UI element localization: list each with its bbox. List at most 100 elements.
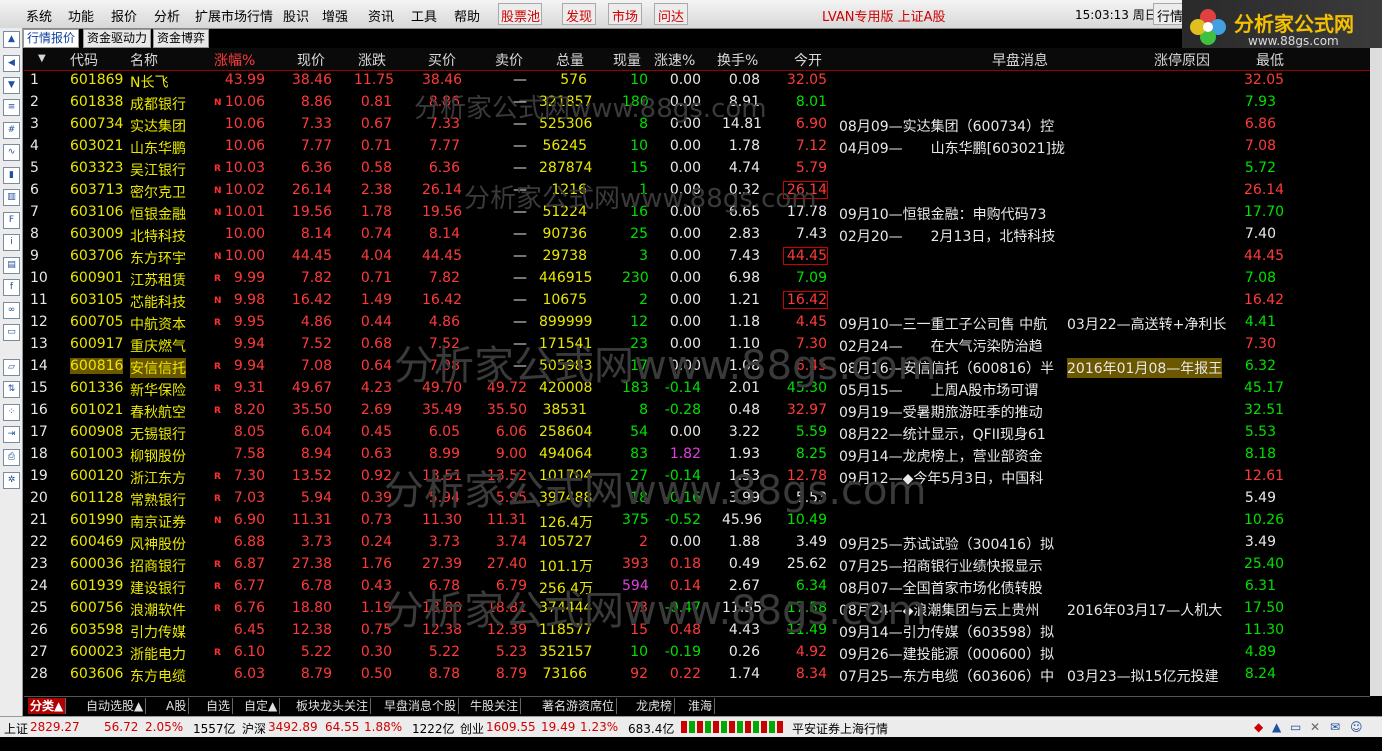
table-row[interactable]: 24 601939 建设银行 6.77 6.78 0.43 6.78 6.79 256.4万 59… [24, 576, 1370, 598]
btab-sector-leaders[interactable]: 板块龙头关注 [294, 698, 372, 714]
market-button[interactable]: 市场 [608, 3, 642, 25]
info-icon[interactable]: i [3, 234, 20, 251]
sort-icon[interactable]: ⇅ [3, 381, 20, 398]
tab-quotes[interactable]: 行情报价 [23, 29, 80, 48]
col-morning-news[interactable]: 早盘消息 [992, 50, 1048, 70]
menu-system[interactable]: 系统 [26, 6, 52, 25]
btab-watchlist[interactable]: 自选 [204, 698, 234, 714]
btab-morning-news[interactable]: 早盘消息个股 [382, 698, 460, 714]
user-icon[interactable]: ☺ [1350, 720, 1363, 734]
btab-famous-traders[interactable]: 著名游资席位 [540, 698, 618, 714]
menu-tools[interactable]: 工具 [411, 6, 437, 25]
menu-analysis[interactable]: 分析 [154, 6, 180, 25]
col-pct[interactable]: 涨幅% [214, 50, 255, 70]
btab-huaihai[interactable]: 淮海 [686, 698, 716, 714]
col-speed[interactable]: 涨速% [654, 50, 695, 70]
btab-a-share[interactable]: A股 [164, 698, 190, 714]
table-row[interactable]: 27 600023 浙能电力 6.10 5.22 0.30 5.22 5.23 352157 10… [24, 642, 1370, 664]
vertical-scrollbar[interactable] [1370, 48, 1382, 696]
col-ask[interactable]: 卖价 [495, 50, 523, 70]
menu-enhance[interactable]: 增强 [322, 6, 348, 25]
candlestick-icon[interactable]: ▮ [3, 167, 20, 184]
menu-extended-market[interactable]: 扩展市场行情 [195, 6, 273, 25]
table-row[interactable]: 2 601838 成都银行 10.06 8.86 0.81 8.86 — 321857 180 0.… [24, 92, 1370, 114]
btab-auto-select[interactable]: 自动选股▲ [84, 698, 147, 714]
table-row[interactable]: 14 600816 安信信托 9.94 7.08 0.64 7.08 — 505983 17 0.0… [24, 356, 1370, 378]
table-row[interactable]: 6 603713 密尔克卫 10.02 26.14 2.38 26.14 — 1216 1 0.00… [24, 180, 1370, 202]
menu-function[interactable]: 功能 [68, 6, 94, 25]
quote-list-icon[interactable]: ≡ [3, 99, 20, 116]
folder-icon[interactable]: ▱ [3, 359, 20, 376]
col-open[interactable]: 今开 [794, 50, 822, 70]
table-row[interactable]: 18 601003 柳钢股份 7.58 8.94 0.63 8.99 9.00 494064 83… [24, 444, 1370, 466]
bar-chart-icon[interactable]: ▥ [3, 189, 20, 206]
stock-pool-button[interactable]: 股票池 [498, 3, 542, 25]
print-icon[interactable]: ⎙ [3, 449, 20, 466]
table-row[interactable]: 20 601128 常熟银行 7.03 5.94 0.39 5.94 5.95 397488 18… [24, 488, 1370, 510]
quote-mode-button[interactable]: 行情 [1153, 3, 1185, 25]
table-row[interactable]: 13 600917 重庆燃气 9.94 7.52 0.68 7.52 — 171541 23 0.0… [24, 334, 1370, 356]
window-toggle-icon[interactable]: ▭ [1290, 720, 1301, 734]
grid-icon[interactable]: # [3, 122, 20, 139]
loop-icon[interactable]: ∞ [3, 302, 20, 319]
close-icon[interactable]: ✕ [1310, 720, 1320, 734]
btab-bull-stocks[interactable]: 牛股关注 [468, 698, 522, 714]
col-price[interactable]: 现价 [297, 50, 325, 70]
formula-icon[interactable]: f [3, 279, 20, 296]
gear-icon[interactable]: ✲ [3, 472, 20, 489]
sort-dropdown-icon[interactable]: ▼ [38, 53, 46, 64]
col-cur-vol[interactable]: 现量 [613, 50, 641, 70]
table-row[interactable]: 4 603021 山东华鹏 10.06 7.77 0.71 7.77 — 56245 10 0.00… [24, 136, 1370, 158]
fin-data-icon[interactable]: F [3, 212, 20, 229]
export-icon[interactable]: ⇥ [3, 426, 20, 443]
alert-icon[interactable]: ◆ [1254, 720, 1263, 734]
tab-fund-drive[interactable]: 资金驱动力 [83, 29, 152, 48]
btab-dragon-tiger[interactable]: 龙虎榜 [634, 698, 676, 714]
table-row[interactable]: 8 603009 北特科技 10.00 8.14 0.74 8.14 — 90736 25 0.00… [24, 224, 1370, 246]
table-row[interactable]: 19 600120 浙江东方 7.30 13.52 0.92 13.51 13.52 10170… [24, 466, 1370, 488]
table-row[interactable]: 7 603106 恒银金融 10.01 19.56 1.78 19.56 — 51224 16 0.… [24, 202, 1370, 224]
table-row[interactable]: 11 603105 芯能科技 9.98 16.42 1.49 16.42 — 10675 2 0.0… [24, 290, 1370, 312]
line-chart-icon[interactable]: ∿ [3, 144, 20, 161]
table-row[interactable]: 1 601869 N长飞 43.99 38.46 11.75 38.46 — 576 10 0.00… [24, 70, 1370, 92]
table-row[interactable]: 10 600901 江苏租赁 9.99 7.82 0.71 7.82 — 446915 230 0.… [24, 268, 1370, 290]
col-code[interactable]: 代码 [70, 50, 98, 70]
table-row[interactable]: 25 600756 浪潮软件 6.76 18.80 1.19 18.80 18.81 37444… [24, 598, 1370, 620]
col-bid[interactable]: 买价 [428, 50, 456, 70]
table-row[interactable]: 22 600469 风神股份 6.88 3.73 0.24 3.73 3.74 105727 2 0… [24, 532, 1370, 554]
arrow-down-icon[interactable]: ▼ [3, 77, 20, 94]
table-row[interactable]: 3 600734 实达集团 10.06 7.33 0.67 7.33 — 525306 8 0.00… [24, 114, 1370, 136]
arrow-left-icon[interactable]: ◀ [3, 55, 20, 72]
col-change[interactable]: 涨跌 [358, 50, 386, 70]
wenda-button[interactable]: 问达 [654, 3, 688, 25]
col-low[interactable]: 最低 [1256, 50, 1284, 70]
btab-custom[interactable]: 自定▲ [242, 698, 281, 714]
tab-fund-game[interactable]: 资金博弈 [153, 29, 210, 48]
table-row[interactable]: 17 600908 无锡银行 8.05 6.04 0.45 6.05 6.06 258604 54… [24, 422, 1370, 444]
window-icon[interactable]: ▭ [3, 324, 20, 341]
table-row[interactable]: 16 601021 春秋航空 8.20 35.50 2.69 35.49 35.50 38531… [24, 400, 1370, 422]
btab-category[interactable]: 分类▲ [28, 698, 67, 714]
table-row[interactable]: 23 600036 招商银行 6.87 27.38 1.76 27.39 27.40 101.1… [24, 554, 1370, 576]
arrow-up-icon[interactable]: ▲ [3, 31, 20, 48]
table-row[interactable]: 21 601990 南京证券 6.90 11.31 0.73 11.30 11.31 126.4… [24, 510, 1370, 532]
col-limit-reason[interactable]: 涨停原因 [1154, 50, 1210, 70]
dice-icon[interactable]: ⁘ [3, 404, 20, 421]
page-icon[interactable]: ▤ [3, 257, 20, 274]
menu-help[interactable]: 帮助 [454, 6, 480, 25]
menu-news[interactable]: 资讯 [368, 6, 394, 25]
table-row[interactable]: 5 603323 吴江银行 10.03 6.36 0.58 6.36 — 287874 15 0.0… [24, 158, 1370, 180]
menu-stock-knowledge[interactable]: 股识 [283, 6, 309, 25]
discover-button[interactable]: 发现 [562, 3, 596, 25]
table-row[interactable]: 28 603606 东方电缆 6.03 8.79 0.50 8.78 8.79 73166 92 0… [24, 664, 1370, 686]
col-turnover[interactable]: 换手% [717, 50, 758, 70]
table-row[interactable]: 26 603598 引力传媒 6.45 12.38 0.75 12.38 12.39 11857… [24, 620, 1370, 642]
table-row[interactable]: 9 603706 东方环宇 10.00 44.45 4.04 44.45 — 29738 3 0.0… [24, 246, 1370, 268]
signal-icon[interactable]: ▲ [1272, 720, 1281, 734]
menu-quote[interactable]: 报价 [111, 6, 137, 25]
chat-icon[interactable]: ✉ [1330, 720, 1340, 734]
table-row[interactable]: 12 600705 中航资本 9.95 4.86 0.44 4.86 — 899999 12 0.0… [24, 312, 1370, 334]
table-row[interactable]: 15 601336 新华保险 9.31 49.67 4.23 49.70 49.72 42000… [24, 378, 1370, 400]
col-volume[interactable]: 总量 [556, 50, 584, 70]
col-name[interactable]: 名称 [130, 50, 158, 70]
